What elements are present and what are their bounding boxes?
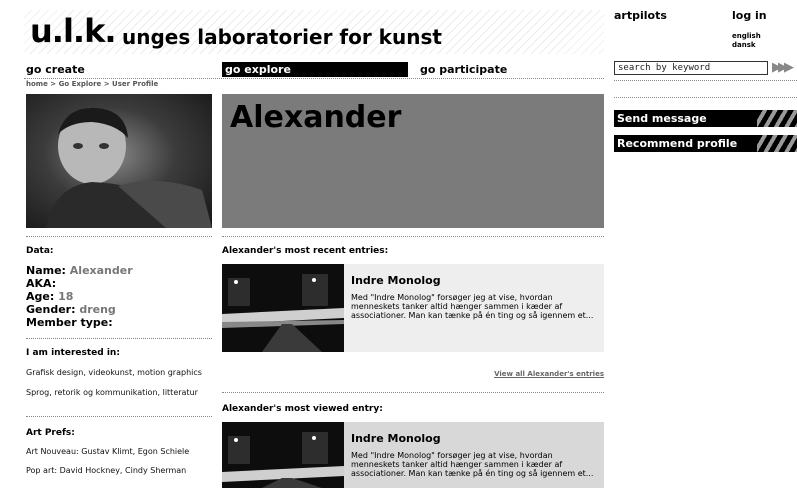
entry-excerpt: Med "Indre Monolog" forsøger jeg at vise… [351,293,594,320]
nav-go-create[interactable]: go create [26,62,216,77]
stripes-decoration [757,135,797,152]
recent-entries-heading: Alexander's most recent entries: [222,246,389,256]
language-english[interactable]: english [732,32,761,40]
interests-line: Grafisk design, videokunst, motion graph… [26,368,202,377]
data-heading: Data: [26,246,54,256]
field-member-type: Member type: [26,316,113,329]
left-divider [26,416,212,417]
main-divider [222,236,604,237]
most-viewed-entry-card[interactable]: Indre Monolog Med "Indre Monolog" forsøg… [222,422,604,488]
field-gender: Gender: dreng [26,303,116,316]
most-viewed-heading: Alexander's most viewed entry: [222,404,383,414]
entry-thumbnail[interactable] [222,264,344,352]
field-name: Name: Alexander [26,264,133,277]
view-all-entries-link[interactable]: View all Alexander's entries [470,370,604,378]
interests-heading: I am interested in: [26,348,120,358]
breadcrumb[interactable]: home > Go Explore > User Profile [26,80,158,88]
language-dansk[interactable]: dansk [732,41,756,49]
field-gender-label: Gender: [26,303,76,316]
search-button[interactable]: ▶▶▶ [772,59,797,77]
field-gender-value: dreng [79,303,116,316]
nav-divider [24,78,604,79]
field-name-value: Alexander [69,264,133,277]
site-tagline: unges laboratorier for kunst [122,25,442,49]
field-aka-label: AKA: [26,277,57,290]
field-age: Age: 18 [26,290,73,303]
profile-name-banner: Alexander [222,94,604,228]
entry-excerpt: Med "Indre Monolog" forsøger jeg at vise… [351,451,594,478]
recommend-profile-button[interactable]: Recommend profile [614,135,797,152]
field-age-label: Age: [26,290,55,303]
profile-name-title: Alexander [230,100,402,135]
entry-thumbnail[interactable] [222,422,344,488]
right-divider [614,97,797,98]
artpilots-link[interactable]: artpilots [614,9,667,22]
field-age-value: 18 [58,290,74,303]
nav-go-explore[interactable]: go explore [222,62,408,77]
field-name-label: Name: [26,264,66,277]
recent-entry-card[interactable]: Indre Monolog Med "Indre Monolog" forsøg… [222,264,604,352]
stripes-decoration [757,110,797,127]
send-message-button[interactable]: Send message [614,110,797,127]
entry-title[interactable]: Indre Monolog [351,432,441,445]
main-divider [222,392,604,393]
artprefs-line: Pop art: David Hockney, Cindy Sherman [26,466,187,475]
send-message-label: Send message [617,112,707,125]
left-divider [26,236,212,237]
interests-line: Sprog, retorik og kommunikation, littera… [26,388,198,397]
recommend-profile-label: Recommend profile [617,137,738,150]
site-logo[interactable]: u.l.k. [30,12,116,50]
right-divider [614,80,797,81]
profile-photo [26,94,212,228]
login-link[interactable]: log in [732,9,767,22]
field-member-type-label: Member type: [26,316,113,329]
field-aka: AKA: [26,277,56,290]
search-input[interactable]: search by keyword [614,61,768,75]
artprefs-heading: Art Prefs: [26,428,75,438]
logo-band: u.l.k. unges laboratorier for kunst [24,10,604,54]
left-divider [26,338,212,339]
artprefs-line: Art Nouveau: Gustav Klimt, Egon Schiele [26,447,190,456]
nav-go-participate[interactable]: go participate [420,62,604,77]
entry-title[interactable]: Indre Monolog [351,274,441,287]
